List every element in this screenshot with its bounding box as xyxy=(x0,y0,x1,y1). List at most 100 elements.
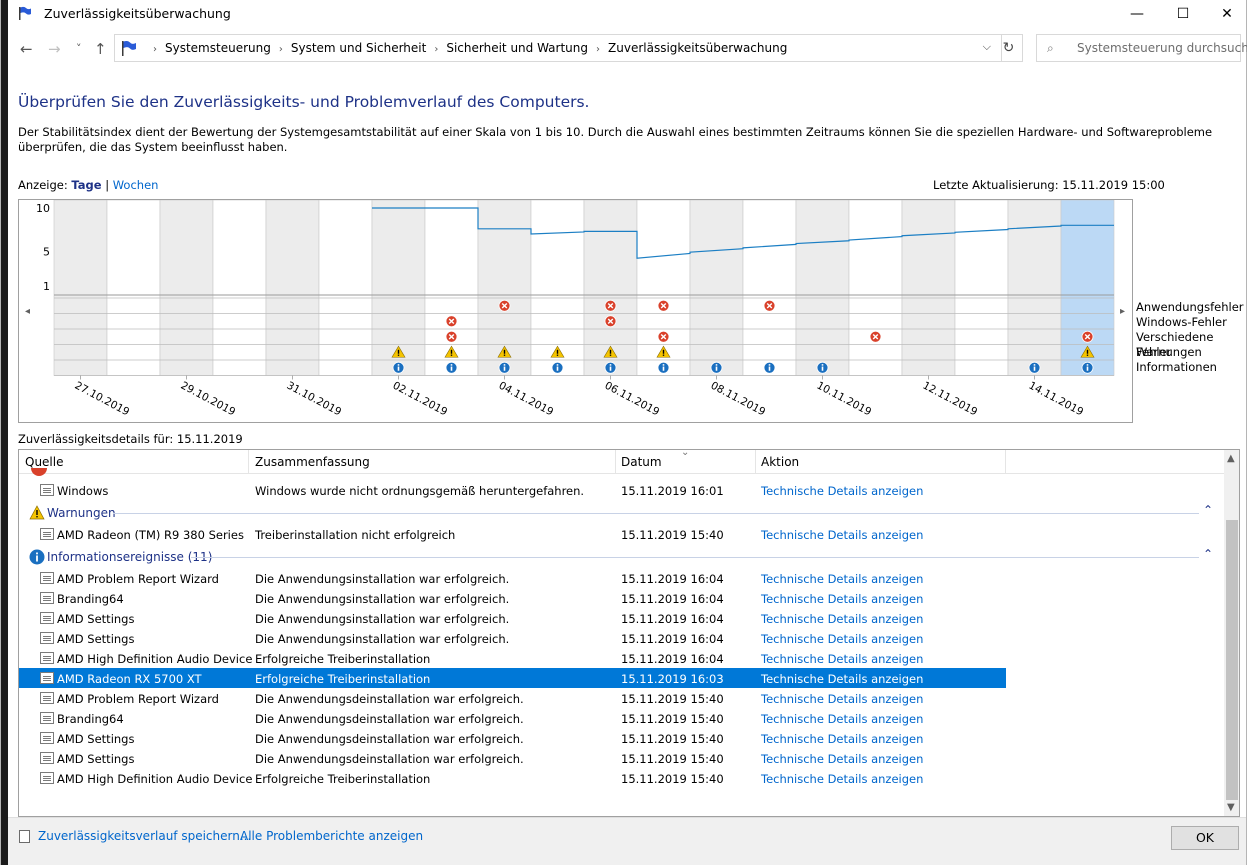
warning-icon-mark xyxy=(450,349,453,354)
save-history-link[interactable]: Zuverlässigkeitsverlauf speichern... xyxy=(38,829,251,843)
day-column[interactable] xyxy=(901,200,956,376)
address-bar[interactable]: › Systemsteuerung › System und Sicherheit › S… xyxy=(114,34,1002,62)
column-divider[interactable] xyxy=(755,450,756,474)
table-row[interactable]: Branding64 Die Anwendungsinstallation war… xyxy=(19,588,1224,608)
info-icon-dot xyxy=(715,364,718,366)
technical-details-link[interactable]: Technische Details anzeigen xyxy=(761,612,923,626)
day-column[interactable] xyxy=(742,200,797,376)
cell-date: 15.11.2019 16:04 xyxy=(621,612,724,626)
column-divider[interactable] xyxy=(248,450,249,474)
event-source-icon xyxy=(40,652,54,664)
info-icon-stem xyxy=(1086,366,1089,371)
table-row[interactable]: AMD Settings Die Anwendungsdeinstallation… xyxy=(19,748,1224,768)
collapse-chevron-icon[interactable]: ⌃ xyxy=(1203,547,1213,561)
table-row[interactable]: AMD High Definition Audio Device Erfolgre… xyxy=(19,648,1224,668)
day-column[interactable] xyxy=(318,200,373,376)
cell-source: Windows xyxy=(57,484,109,498)
column-header-date[interactable]: Datum xyxy=(621,455,662,469)
day-column[interactable] xyxy=(954,200,1009,376)
scroll-up-icon[interactable]: ▲ xyxy=(1227,453,1235,464)
stability-chart[interactable]: 10 5 1 ◂ ▸ 27.10.2019 29.10.2019 31.10.2019 02.1… xyxy=(18,199,1133,423)
technical-details-link[interactable]: Technische Details anzeigen xyxy=(761,572,923,586)
technical-details-link[interactable]: Technische Details anzeigen xyxy=(761,732,923,746)
technical-details-link[interactable]: Technische Details anzeigen xyxy=(761,528,923,542)
forward-button[interactable]: → xyxy=(48,40,61,58)
view-days-link[interactable]: Tage xyxy=(71,178,101,192)
maximize-button[interactable]: ☐ xyxy=(1160,0,1206,28)
scroll-left-icon[interactable]: ◂ xyxy=(25,306,30,317)
search-placeholder: Systemsteuerung durchsuch... xyxy=(1077,41,1247,55)
info-icon-stem xyxy=(609,366,612,371)
technical-details-link[interactable]: Technische Details anzeigen xyxy=(761,752,923,766)
technical-details-link[interactable]: Technische Details anzeigen xyxy=(761,712,923,726)
breadcrumb-item[interactable]: Zuverlässigkeitsüberwachung xyxy=(608,41,787,55)
cell-date: 15.11.2019 16:01 xyxy=(621,484,724,498)
cell-date: 15.11.2019 15:40 xyxy=(621,732,724,746)
table-row[interactable]: AMD Problem Report Wizard Die Anwendungsd… xyxy=(19,688,1224,708)
cell-summary: Die Anwendungsinstallation war erfolgrei… xyxy=(255,592,510,606)
day-column[interactable] xyxy=(159,200,214,376)
day-column[interactable] xyxy=(848,200,903,376)
column-header-summary[interactable]: Zusammenfassung xyxy=(255,455,370,469)
table-row[interactable]: AMD High Definition Audio Device Erfolgre… xyxy=(19,768,1224,788)
table-row[interactable]: AMD Radeon (TM) R9 380 Series Treiberinst… xyxy=(19,524,1224,544)
column-divider[interactable] xyxy=(1005,450,1006,474)
stability-chart-svg[interactable]: 10 5 1 ◂ ▸ 27.10.2019 29.10.2019 31.10.2019 02.1… xyxy=(19,200,1134,424)
scroll-down-icon[interactable]: ▼ xyxy=(1227,802,1235,813)
warning-icon-dot xyxy=(556,354,559,356)
refresh-button[interactable]: ↻ xyxy=(995,34,1023,62)
scrollbar-thumb[interactable] xyxy=(1226,520,1238,800)
search-input[interactable]: ⌕ Systemsteuerung durchsuch... xyxy=(1036,34,1247,62)
day-column[interactable] xyxy=(212,200,267,376)
column-header-source[interactable]: Quelle xyxy=(25,455,63,469)
warnings-group-header[interactable]: Warnungen ⌃ xyxy=(19,502,1224,524)
breadcrumb-item[interactable]: Sicherheit und Wartung xyxy=(446,41,588,55)
day-column[interactable] xyxy=(106,200,161,376)
scroll-right-icon[interactable]: ▸ xyxy=(1120,306,1125,317)
table-row[interactable]: Branding64 Die Anwendungsdeinstallation w… xyxy=(19,708,1224,728)
cell-summary: Die Anwendungsdeinstallation war erfolgr… xyxy=(255,692,524,706)
technical-details-link[interactable]: Technische Details anzeigen xyxy=(761,692,923,706)
technical-details-link[interactable]: Technische Details anzeigen xyxy=(761,672,923,686)
day-column[interactable] xyxy=(795,200,850,376)
up-button[interactable]: ↑ xyxy=(94,40,107,58)
view-all-reports-link[interactable]: Alle Problemberichte anzeigen xyxy=(240,829,423,843)
breadcrumb-item[interactable]: Systemsteuerung xyxy=(165,41,271,55)
column-divider[interactable] xyxy=(615,450,616,474)
table-row[interactable]: AMD Settings Die Anwendungsinstallation w… xyxy=(19,628,1224,648)
breadcrumb-item[interactable]: System und Sicherheit xyxy=(291,41,427,55)
technical-details-link[interactable]: Technische Details anzeigen xyxy=(761,484,923,498)
view-weeks-link[interactable]: Wochen xyxy=(113,178,159,192)
technical-details-link[interactable]: Technische Details anzeigen xyxy=(761,632,923,646)
cell-source: AMD High Definition Audio Device xyxy=(57,652,253,666)
info-icon-dot xyxy=(1086,364,1089,366)
vertical-scrollbar[interactable]: ▲ ▼ xyxy=(1224,450,1239,816)
table-row[interactable]: AMD Settings Die Anwendungsinstallation w… xyxy=(19,608,1224,628)
day-column[interactable] xyxy=(265,200,320,376)
table-row[interactable]: AMD Settings Die Anwendungsdeinstallation… xyxy=(19,728,1224,748)
ok-button[interactable]: OK xyxy=(1171,826,1239,850)
technical-details-link[interactable]: Technische Details anzeigen xyxy=(761,592,923,606)
close-button[interactable]: ✕ xyxy=(1204,0,1247,28)
back-button[interactable]: ← xyxy=(20,40,33,58)
table-row[interactable]: AMD Problem Report Wizard Die Anwendungsi… xyxy=(19,568,1224,588)
breadcrumb-separator: › xyxy=(153,44,157,55)
technical-details-link[interactable]: Technische Details anzeigen xyxy=(761,772,923,786)
day-column[interactable] xyxy=(689,200,744,376)
cell-summary: Erfolgreiche Treiberinstallation xyxy=(255,672,431,686)
table-row[interactable]: Windows Windows wurde nicht ordnungsgemäß… xyxy=(19,480,1224,500)
cell-date: 15.11.2019 15:40 xyxy=(621,528,724,542)
collapse-chevron-icon[interactable]: ⌃ xyxy=(1203,503,1213,517)
cell-source: AMD Problem Report Wizard xyxy=(57,692,219,706)
address-dropdown-icon[interactable]: ⌵ xyxy=(983,40,991,54)
table-row[interactable]: AMD Radeon RX 5700 XT Erfolgreiche Treibe… xyxy=(19,668,1006,688)
technical-details-link[interactable]: Technische Details anzeigen xyxy=(761,652,923,666)
info-icon-stem xyxy=(1033,366,1036,371)
title-bar: Zuverlässigkeitsüberwachung — ☐ ✕ xyxy=(8,0,1246,28)
recent-locations-button[interactable]: ˅ xyxy=(76,42,82,55)
minimize-button[interactable]: — xyxy=(1114,0,1160,28)
info-group-header[interactable]: Informationsereignisse (11) ⌃ xyxy=(19,546,1224,568)
column-header-action[interactable]: Aktion xyxy=(761,455,799,469)
day-column[interactable] xyxy=(53,200,108,376)
warning-icon-mark xyxy=(397,349,400,354)
